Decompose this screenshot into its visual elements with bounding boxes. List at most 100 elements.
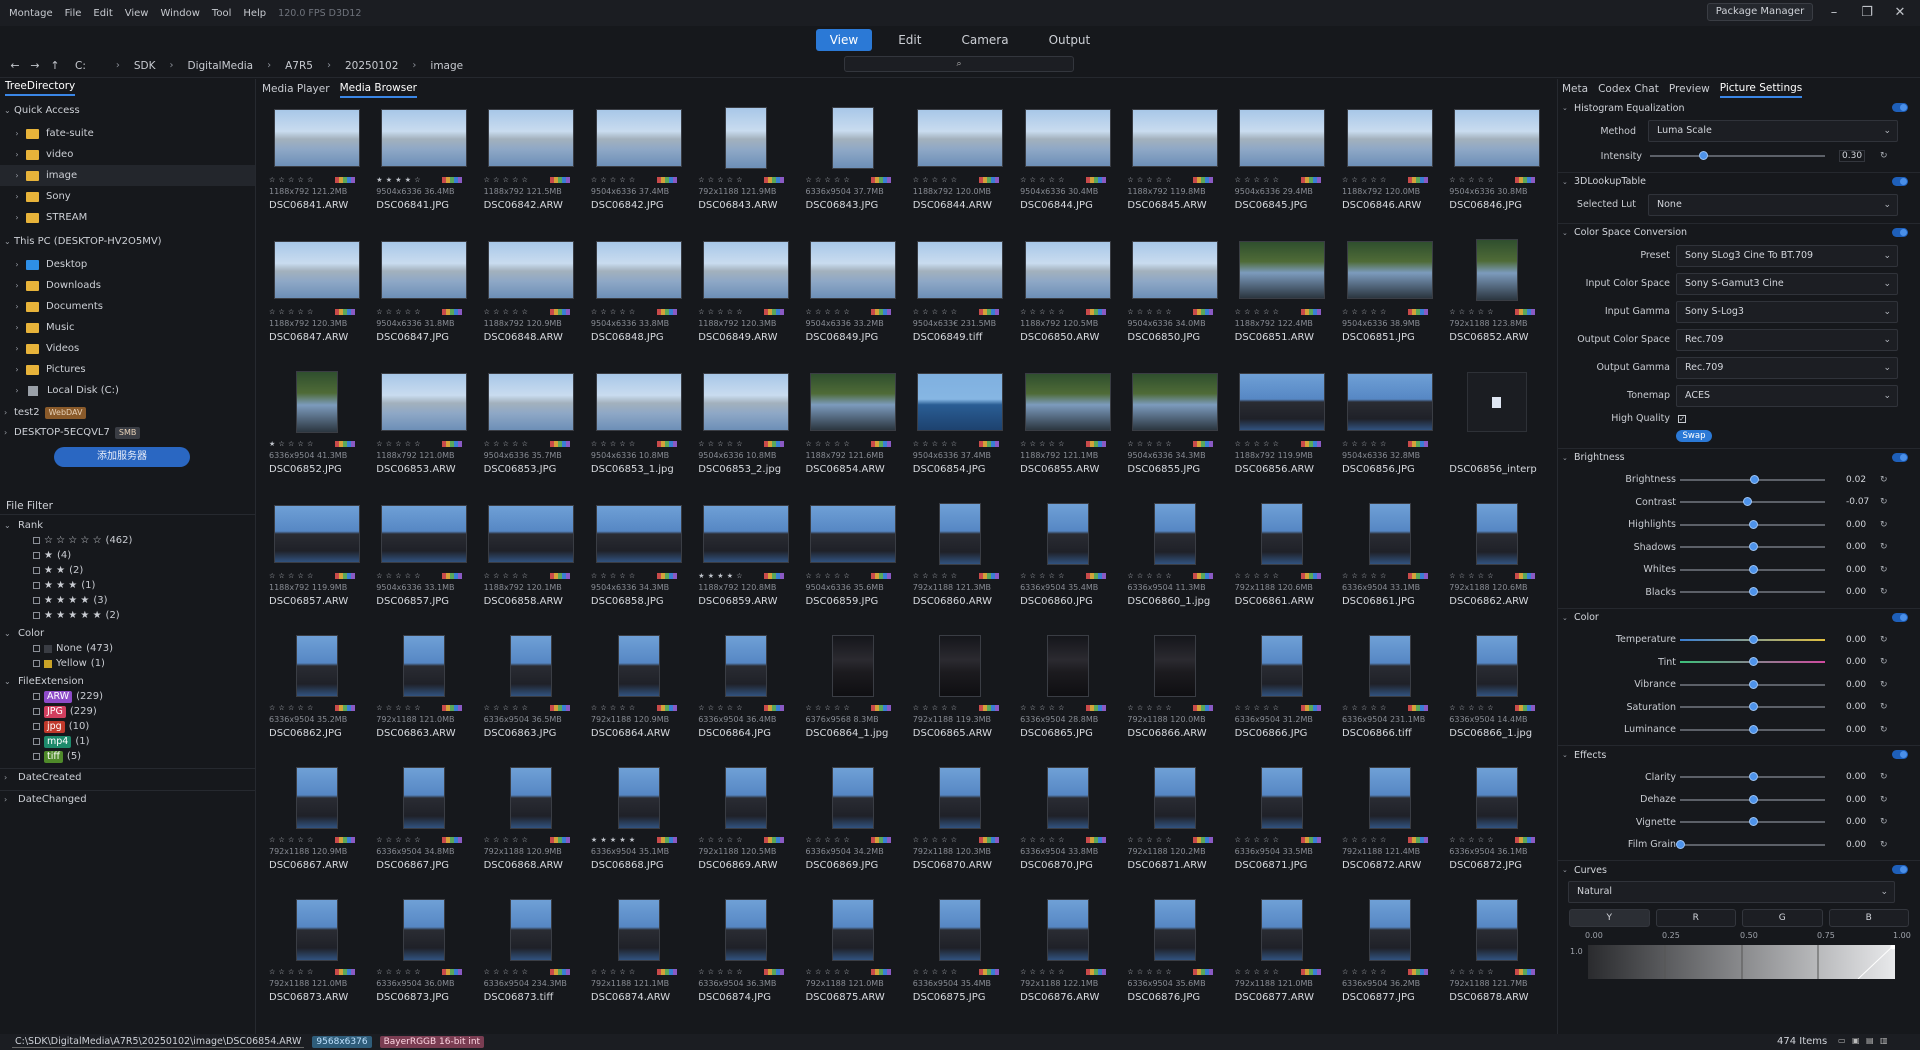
color-label-swatches[interactable] xyxy=(442,441,463,447)
rating-stars[interactable]: ☆ ☆ ☆ ☆ ☆ xyxy=(484,440,529,448)
thumbnail-image[interactable] xyxy=(1475,503,1518,565)
thumbnail-cell[interactable]: ☆ ☆ ☆ ☆ ☆ 6336x9504 35.4MB DSC06860.JPG xyxy=(1014,502,1121,634)
thumbnail-image[interactable] xyxy=(1261,899,1304,961)
chevron-right-icon[interactable]: › xyxy=(8,281,26,290)
color-label-swatches[interactable] xyxy=(442,573,463,579)
reset-icon[interactable]: ↻ xyxy=(1880,565,1888,575)
histogram-section[interactable]: ⌄ Histogram Equalization xyxy=(1558,99,1920,117)
rating-stars[interactable]: ☆ ☆ ☆ ☆ ☆ xyxy=(805,572,850,580)
color-label-swatch[interactable] xyxy=(994,705,999,711)
color-label-swatch[interactable] xyxy=(1316,309,1321,315)
chevron-right-icon[interactable]: › xyxy=(8,260,26,269)
chevron-right-icon[interactable]: › xyxy=(8,150,26,159)
color-label-swatch[interactable] xyxy=(887,837,892,843)
thumbnail-cell[interactable]: ☆ ☆ ☆ ☆ ☆ 1188x792 120.5MB DSC06850.ARW xyxy=(1014,238,1121,370)
checkbox[interactable] xyxy=(33,597,40,604)
reset-icon[interactable]: ↻ xyxy=(1880,475,1888,485)
remote-item[interactable]: › test2 WebDAV xyxy=(0,403,255,423)
setting-select[interactable]: Sony SLog3 Cine To BT.709 ⌄ xyxy=(1676,244,1898,267)
color-label-swatches[interactable] xyxy=(1407,705,1428,711)
thumbnail-cell[interactable]: ☆ ☆ ☆ ☆ ☆ 1188x792 120.0MB DSC06846.ARW xyxy=(1336,106,1443,238)
lut-select[interactable]: None ⌄ xyxy=(1648,193,1898,216)
thumbnail-image[interactable] xyxy=(402,899,445,961)
color-label-swatches[interactable] xyxy=(1300,573,1321,579)
thumbnail-cell[interactable]: ☆ ☆ ☆ ☆ ☆ 1188x792 121.2MB DSC06841.ARW xyxy=(263,106,370,238)
thumbnail-cell[interactable]: ☆ ☆ ☆ ☆ ☆ 6336x9504 33.5MB DSC06871.JPG xyxy=(1229,766,1336,898)
thumbnail-image[interactable] xyxy=(1368,767,1411,829)
slider-value[interactable]: 0.00 xyxy=(1846,680,1866,690)
rating-stars[interactable]: ☆ ☆ ☆ ☆ ☆ xyxy=(1020,440,1065,448)
thumbnail-cell[interactable]: ☆ ☆ ☆ ☆ ☆ 1188x792 121.5MB DSC06842.ARW xyxy=(478,106,585,238)
rating-stars[interactable]: ☆ ☆ ☆ ☆ ☆ xyxy=(805,836,850,844)
thumbnail-cell[interactable]: ☆ ☆ ☆ ☆ ☆ 6376x9568 8.3MB DSC06864_1.jpg xyxy=(799,634,906,766)
thumbnail-cell[interactable]: ★ ☆ ☆ ☆ ☆ 6336x9504 41.3MB DSC06852.JPG xyxy=(263,370,370,502)
thumbnail-cell[interactable]: ☆ ☆ ☆ ☆ ☆ 1188x792 121.0MB DSC06853.ARW xyxy=(370,370,477,502)
slider-value[interactable]: 0.00 xyxy=(1846,725,1866,735)
rating-stars[interactable]: ☆ ☆ ☆ ☆ ☆ xyxy=(484,836,529,844)
thumbnail-cell[interactable]: ☆ ☆ ☆ ☆ ☆ 9504x6336 30.4MB DSC06844.JPG xyxy=(1014,106,1121,238)
pc-item[interactable]: › Documents xyxy=(0,296,255,317)
rating-stars[interactable]: ☆ ☆ ☆ ☆ ☆ xyxy=(1235,440,1280,448)
thumbnail-image[interactable] xyxy=(810,241,897,299)
thumbnail-cell[interactable]: ☆ ☆ ☆ ☆ ☆ 792x1188 120.9MB DSC06867.ARW xyxy=(263,766,370,898)
rating-stars[interactable]: ☆ ☆ ☆ ☆ ☆ xyxy=(376,572,421,580)
tab-media-player[interactable]: Media Player xyxy=(262,83,330,97)
thumbnail-image[interactable] xyxy=(1368,503,1411,565)
color-label-swatches[interactable] xyxy=(1515,705,1536,711)
color-label-swatch[interactable] xyxy=(1102,309,1107,315)
rating-stars[interactable]: ☆ ☆ ☆ ☆ ☆ xyxy=(591,308,636,316)
tab-preview[interactable]: Preview xyxy=(1669,83,1710,97)
thumbnail-image[interactable] xyxy=(488,505,575,563)
add-server-button[interactable]: 添加服务器 xyxy=(54,447,190,467)
thumbnail-image[interactable] xyxy=(273,109,360,167)
color-label-swatches[interactable] xyxy=(1086,309,1107,315)
thumbnail-cell[interactable]: ☆ ☆ ☆ ☆ ☆ 792x1188 123.8MB DSC06852.ARW xyxy=(1443,238,1543,370)
thumbnail-image[interactable] xyxy=(510,635,553,697)
forward-icon[interactable]: → xyxy=(25,59,45,72)
slider-value[interactable]: 0.00 xyxy=(1846,565,1866,575)
color-label-swatches[interactable] xyxy=(978,969,999,975)
color-label-swatch[interactable] xyxy=(1102,705,1107,711)
thumbnail-cell[interactable]: ☆ ☆ ☆ ☆ ☆ 1188x792 120.0MB DSC06844.ARW xyxy=(907,106,1014,238)
color-label-swatches[interactable] xyxy=(335,969,355,975)
method-select[interactable]: Luma Scale ⌄ xyxy=(1648,120,1898,142)
thumbnail-cell[interactable]: ☆ ☆ ☆ ☆ ☆ 792x1188 120.6MB DSC06862.ARW xyxy=(1443,502,1543,634)
color-label-swatch[interactable] xyxy=(458,705,463,711)
thumbnail-cell[interactable]: ☆ ☆ ☆ ☆ ☆ 9504x6336 29.4MB DSC06845.JPG xyxy=(1229,106,1336,238)
thumbnail-image[interactable] xyxy=(724,635,767,697)
rating-stars[interactable]: ☆ ☆ ☆ ☆ ☆ xyxy=(698,704,743,712)
color-label-swatch[interactable] xyxy=(1423,573,1428,579)
thumbnail-cell[interactable]: ☆ ☆ ☆ ☆ ☆ 792x1188 120.5MB DSC06869.ARW xyxy=(692,766,799,898)
color-label-swatches[interactable] xyxy=(871,705,892,711)
color-label-swatches[interactable] xyxy=(335,441,355,447)
slider-knob[interactable] xyxy=(1748,657,1758,667)
checkbox[interactable] xyxy=(33,753,40,760)
pc-item[interactable]: › Pictures xyxy=(0,359,255,380)
thumbnail-cell[interactable]: ☆ ☆ ☆ ☆ ☆ 792x1188 120.2MB DSC06871.ARW xyxy=(1121,766,1228,898)
thumbnail-cell[interactable]: ☆ ☆ ☆ ☆ ☆ 792x1188 120.0MB DSC06866.ARW xyxy=(1121,634,1228,766)
rating-stars[interactable]: ☆ ☆ ☆ ☆ ☆ xyxy=(1342,968,1387,976)
color-label-swatch[interactable] xyxy=(1316,837,1321,843)
channel-b-button[interactable]: B xyxy=(1828,909,1909,927)
color-label-swatches[interactable] xyxy=(1515,177,1536,183)
rating-stars[interactable]: ☆ ☆ ☆ ☆ ☆ xyxy=(1127,704,1172,712)
quick-item[interactable]: › video xyxy=(0,144,255,165)
slider-track[interactable] xyxy=(1680,519,1825,529)
thumbnail-cell[interactable]: ☆ ☆ ☆ ☆ ☆ 792x1188 120.9MB DSC06864.ARW xyxy=(585,634,692,766)
color-label-swatch[interactable] xyxy=(887,177,892,183)
thumbnail-image[interactable] xyxy=(1154,899,1197,961)
thumbnail-image[interactable] xyxy=(488,373,575,431)
thumbnail-image[interactable] xyxy=(1475,635,1518,697)
rating-stars[interactable]: ☆ ☆ ☆ ☆ ☆ xyxy=(1449,968,1494,976)
slider-knob[interactable] xyxy=(1748,794,1758,804)
color-label-swatch[interactable] xyxy=(565,705,570,711)
thumbnail-image[interactable] xyxy=(488,109,575,167)
rating-stars[interactable]: ☆ ☆ ☆ ☆ ☆ xyxy=(484,572,529,580)
maximize-icon[interactable]: ❐ xyxy=(1858,4,1876,22)
rating-stars[interactable]: ★ ☆ ☆ ☆ ☆ xyxy=(269,440,314,448)
color-label-swatches[interactable] xyxy=(1407,441,1428,447)
rating-stars[interactable]: ☆ ☆ ☆ ☆ ☆ xyxy=(1342,836,1387,844)
color-label-swatch[interactable] xyxy=(1423,969,1428,975)
thumbnail-image[interactable] xyxy=(1368,635,1411,697)
color-label-swatches[interactable] xyxy=(978,705,999,711)
